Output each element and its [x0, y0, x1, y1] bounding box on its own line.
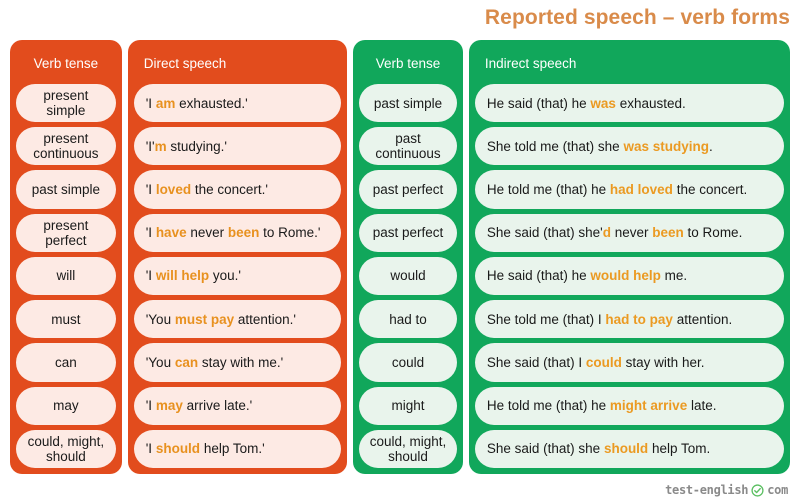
table-cell-verb-tense: might	[359, 386, 457, 425]
highlighted-verb: been	[652, 225, 684, 241]
table-cell-verb-tense: present simple	[16, 84, 116, 123]
logo-text-left: test-english	[665, 483, 749, 497]
highlighted-verb: was studying	[623, 138, 709, 154]
table-cell-sentence: She said (that) I could stay with her.	[474, 343, 784, 382]
highlighted-verb: had loved	[609, 181, 673, 197]
highlighted-verb: should	[155, 441, 201, 457]
column-direct-speech: Direct speech 'I am exhausted.' 'I'm stud…	[127, 40, 348, 474]
table-cell-verb-tense: must	[16, 300, 116, 339]
site-logo[interactable]: test-english com	[665, 483, 788, 497]
table-cell-verb-tense: can	[16, 343, 116, 382]
column-header-direct-verb-tense: Verb tense	[33, 55, 99, 71]
column-header-indirect-speech: Indirect speech	[484, 55, 577, 71]
column-indirect-speech: Indirect speech He said (that) he was ex…	[468, 40, 790, 474]
page-title: Reported speech – verb forms	[484, 6, 790, 29]
table-cell-sentence: He said (that) he was exhausted.	[474, 84, 784, 123]
highlighted-verb: m	[154, 138, 167, 154]
verb-forms-table: Verb tense present simple present continuou…	[10, 40, 790, 474]
table-cell-verb-tense: present continuous	[16, 127, 116, 166]
table-cell-sentence: 'You can stay with me.'	[133, 343, 342, 382]
table-cell-verb-tense: may	[16, 386, 116, 425]
highlighted-verb: must pay	[174, 311, 235, 327]
highlighted-verb: could	[585, 354, 622, 370]
table-cell-sentence: She told me (that) I had to pay attentio…	[474, 300, 784, 339]
table-cell-sentence: 'I have never been to Rome.'	[133, 213, 342, 252]
column-direct-verb-tense: Verb tense present simple present continuou…	[10, 40, 122, 474]
highlighted-verb: had to pay	[605, 311, 673, 327]
cells-direct-verb-tense: present simple present continuous past simpl…	[16, 84, 116, 468]
table-cell-verb-tense: would	[359, 256, 457, 296]
table-cell-verb-tense: could, might, should	[16, 429, 116, 468]
highlighted-verb: might arrive	[609, 398, 688, 414]
table-cell-verb-tense: will	[16, 256, 116, 296]
check-circle-icon	[751, 483, 764, 497]
table-cell-sentence: She said (that) she'd never been to Rome…	[474, 213, 784, 252]
table-cell-sentence: She told me (that) she was studying.	[474, 127, 784, 166]
highlighted-verb: would help	[590, 268, 661, 284]
cells-indirect-verb-tense: past simple past continuous past perfect pas…	[359, 84, 457, 468]
table-cell-sentence: 'I may arrive late.'	[133, 386, 342, 425]
table-cell-verb-tense: past continuous	[359, 127, 457, 166]
table-cell-verb-tense: past simple	[359, 84, 457, 123]
table-cell-sentence: 'I should help Tom.'	[133, 429, 342, 468]
table-cell-verb-tense: had to	[359, 300, 457, 339]
table-cell-sentence: He said (that) he would help me.	[474, 256, 784, 296]
table-cell-verb-tense: present perfect	[16, 213, 116, 252]
table-cell-sentence: 'I'm studying.'	[133, 127, 342, 166]
table-cell-sentence: 'I loved the concert.'	[133, 170, 342, 209]
highlighted-verb: have	[155, 225, 187, 241]
highlighted-verb: should	[603, 441, 649, 457]
highlighted-verb: been	[227, 225, 260, 241]
column-header-indirect-verb-tense: Verb tense	[375, 55, 441, 71]
cells-direct-speech: 'I am exhausted.' 'I'm studying.' 'I loved…	[133, 84, 342, 468]
highlighted-verb: will help	[155, 268, 210, 284]
table-cell-sentence: He told me (that) he had loved the conce…	[474, 170, 784, 209]
highlighted-verb: d	[602, 225, 611, 241]
table-cell-sentence: She said (that) she should help Tom.	[474, 429, 784, 468]
highlighted-verb: am	[155, 95, 176, 111]
infographic-page: Reported speech – verb forms Verb tense …	[0, 0, 800, 501]
table-cell-sentence: He told me (that) he might arrive late.	[474, 386, 784, 425]
table-cell-sentence: 'I will help you.'	[133, 256, 342, 296]
highlighted-verb: loved	[155, 181, 192, 197]
table-cell-verb-tense: could	[359, 343, 457, 382]
highlighted-verb: was	[590, 95, 616, 111]
highlighted-verb: can	[174, 354, 199, 370]
column-indirect-verb-tense: Verb tense past simple past continuous past…	[353, 40, 463, 474]
table-cell-sentence: 'I am exhausted.'	[133, 84, 342, 123]
table-cell-verb-tense: could, might, should	[359, 429, 457, 468]
highlighted-verb: may	[155, 398, 183, 414]
table-cell-verb-tense: past simple	[16, 170, 116, 209]
column-header-direct-speech: Direct speech	[143, 55, 227, 71]
table-cell-verb-tense: past perfect	[359, 170, 457, 209]
logo-text-right: com	[767, 483, 788, 497]
table-cell-sentence: 'You must pay attention.'	[133, 300, 342, 339]
table-cell-verb-tense: past perfect	[359, 213, 457, 252]
cells-indirect-speech: He said (that) he was exhausted. She told…	[474, 84, 784, 468]
